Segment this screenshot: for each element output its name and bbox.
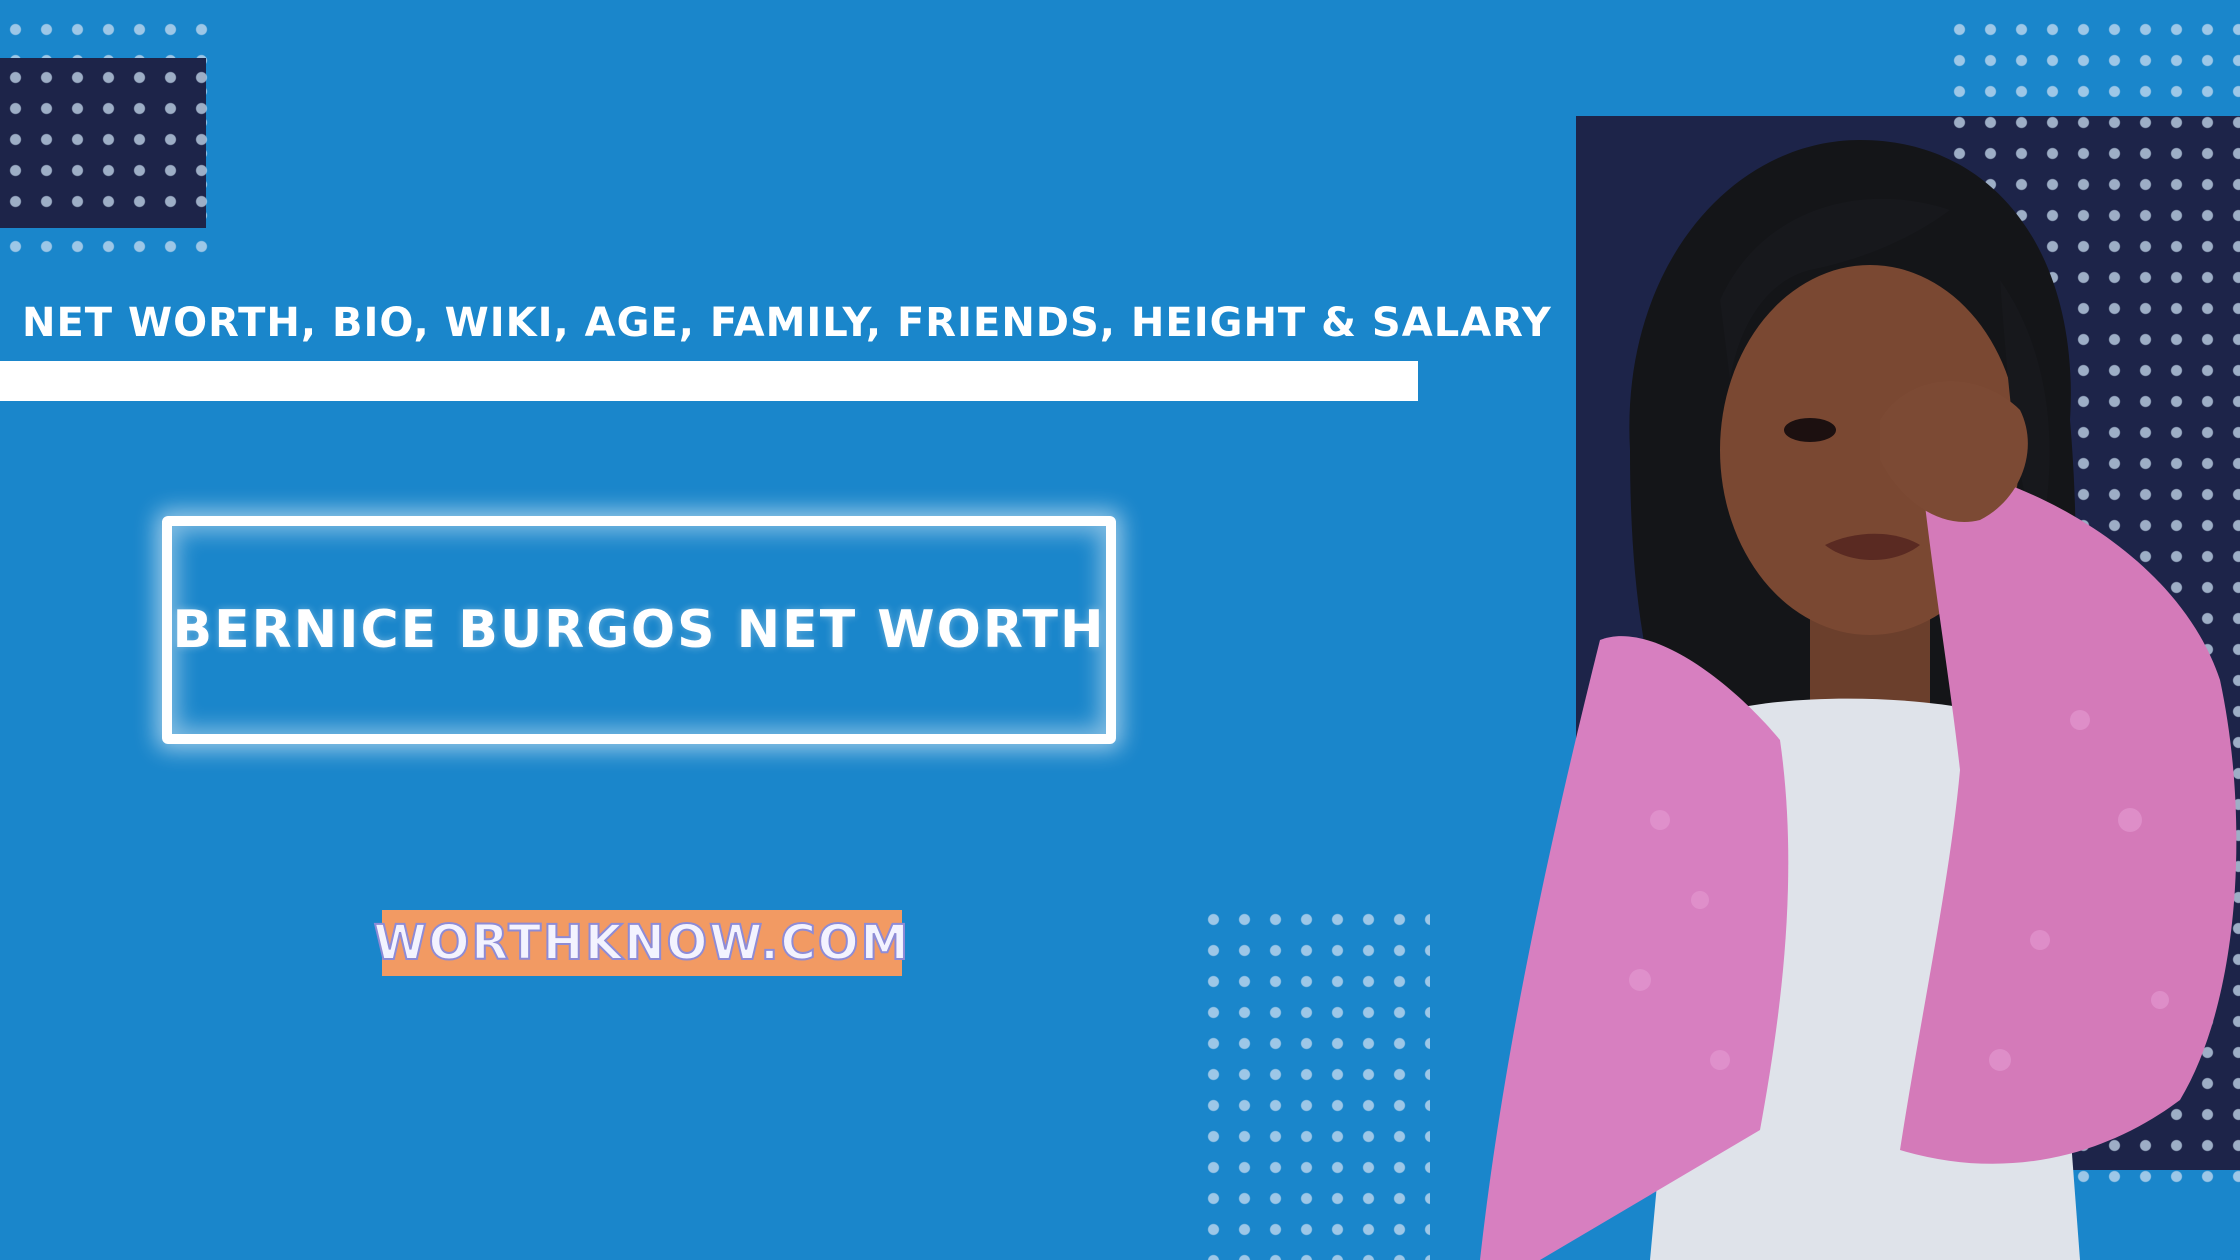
person-photo	[1480, 120, 2240, 1260]
dot-pattern-bottom-center	[1198, 904, 1430, 1260]
underline-bar	[0, 361, 1418, 401]
title-frame: BERNICE BURGOS NET WORTH	[162, 516, 1116, 744]
dot-pattern-on-dark-block	[0, 62, 210, 222]
subtitle-text: NET WORTH, BIO, WIKI, AGE, FAMILY, FRIEN…	[22, 300, 1552, 346]
person-portrait-icon	[1480, 140, 2237, 1260]
brand-site-text: WORTHKNOW.COM	[373, 914, 911, 972]
brand-badge[interactable]: WORTHKNOW.COM	[373, 910, 909, 976]
page-title: BERNICE BURGOS NET WORTH	[172, 600, 1106, 660]
